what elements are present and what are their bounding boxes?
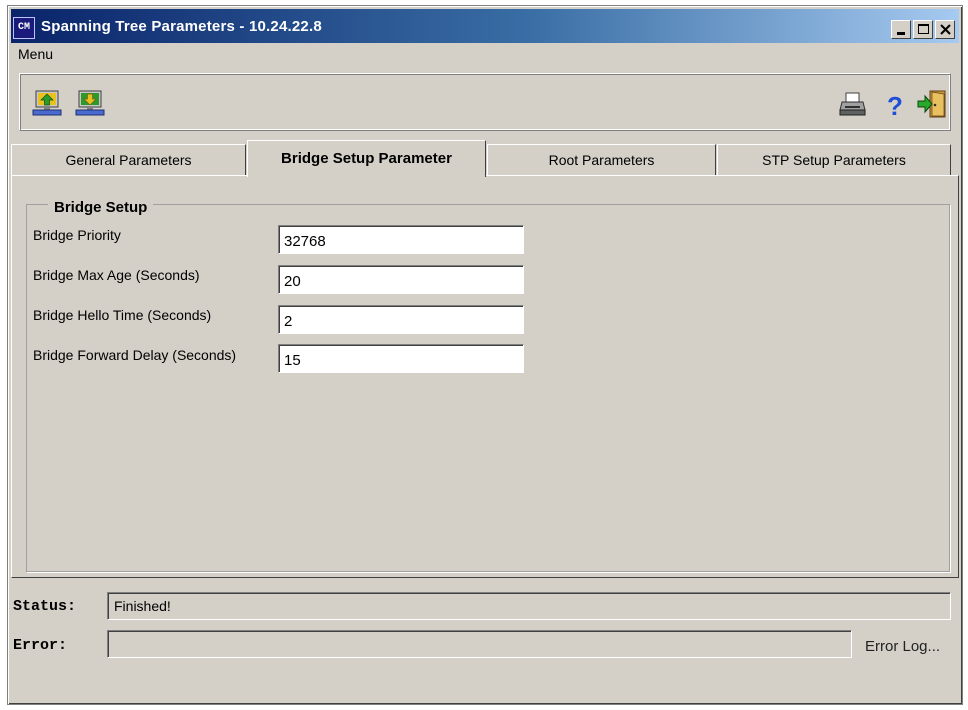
bridge-setup-group xyxy=(26,204,950,572)
spanning-tree-window: CM Spanning Tree Parameters - 10.24.22.8… xyxy=(7,5,963,705)
minimize-icon xyxy=(897,32,905,35)
title-bar[interactable]: CM Spanning Tree Parameters - 10.24.22.8 xyxy=(11,9,959,43)
exit-icon xyxy=(917,90,946,118)
upload-icon xyxy=(32,90,62,116)
window-title: Spanning Tree Parameters - 10.24.22.8 xyxy=(41,18,322,35)
svg-text:?: ? xyxy=(887,91,903,120)
help-icon: ? xyxy=(887,91,903,121)
tab-panel: Bridge Setup Bridge Priority Bridge Max … xyxy=(11,175,959,578)
toolbar: ? xyxy=(19,73,951,131)
bridge-hello-time-label: Bridge Hello Time (Seconds) xyxy=(33,307,212,323)
bridge-hello-time-input[interactable] xyxy=(278,305,524,334)
print-icon xyxy=(839,92,866,116)
tab-stp-setup-parameters[interactable]: STP Setup Parameters xyxy=(717,144,951,175)
bridge-max-age-input[interactable] xyxy=(278,265,524,294)
bridge-forward-delay-label: Bridge Forward Delay (Seconds) xyxy=(33,347,237,363)
error-value xyxy=(107,630,852,658)
error-log-button[interactable]: Error Log... xyxy=(865,638,940,655)
bridge-priority-label: Bridge Priority xyxy=(33,227,121,243)
menu-bar: Menu xyxy=(18,46,53,62)
tab-strip: General Parameters Bridge Setup Paramete… xyxy=(8,140,964,177)
maximize-button[interactable] xyxy=(913,20,933,39)
error-label: Error: xyxy=(13,637,68,654)
download-icon xyxy=(75,90,105,116)
print-button[interactable] xyxy=(837,88,869,120)
help-button[interactable]: ? xyxy=(879,88,911,121)
group-title: Bridge Setup xyxy=(48,199,154,216)
download-button[interactable] xyxy=(75,88,107,120)
maximize-icon xyxy=(918,24,929,34)
close-button[interactable] xyxy=(935,20,955,39)
bridge-forward-delay-input[interactable] xyxy=(278,344,524,373)
exit-button[interactable] xyxy=(917,88,949,120)
menu-item-menu[interactable]: Menu xyxy=(18,46,53,62)
upload-button[interactable] xyxy=(32,88,64,120)
minimize-button[interactable] xyxy=(891,20,911,39)
status-value: Finished! xyxy=(107,592,951,620)
bridge-priority-input[interactable] xyxy=(278,225,524,254)
status-label: Status: xyxy=(13,598,77,615)
bridge-max-age-label: Bridge Max Age (Seconds) xyxy=(33,267,200,283)
app-icon: CM xyxy=(13,17,35,39)
tab-general-parameters[interactable]: General Parameters xyxy=(11,144,246,175)
close-icon xyxy=(940,24,951,35)
window-controls xyxy=(891,20,955,39)
tab-bridge-setup-parameter[interactable]: Bridge Setup Parameter xyxy=(247,140,486,177)
tab-root-parameters[interactable]: Root Parameters xyxy=(487,144,716,175)
